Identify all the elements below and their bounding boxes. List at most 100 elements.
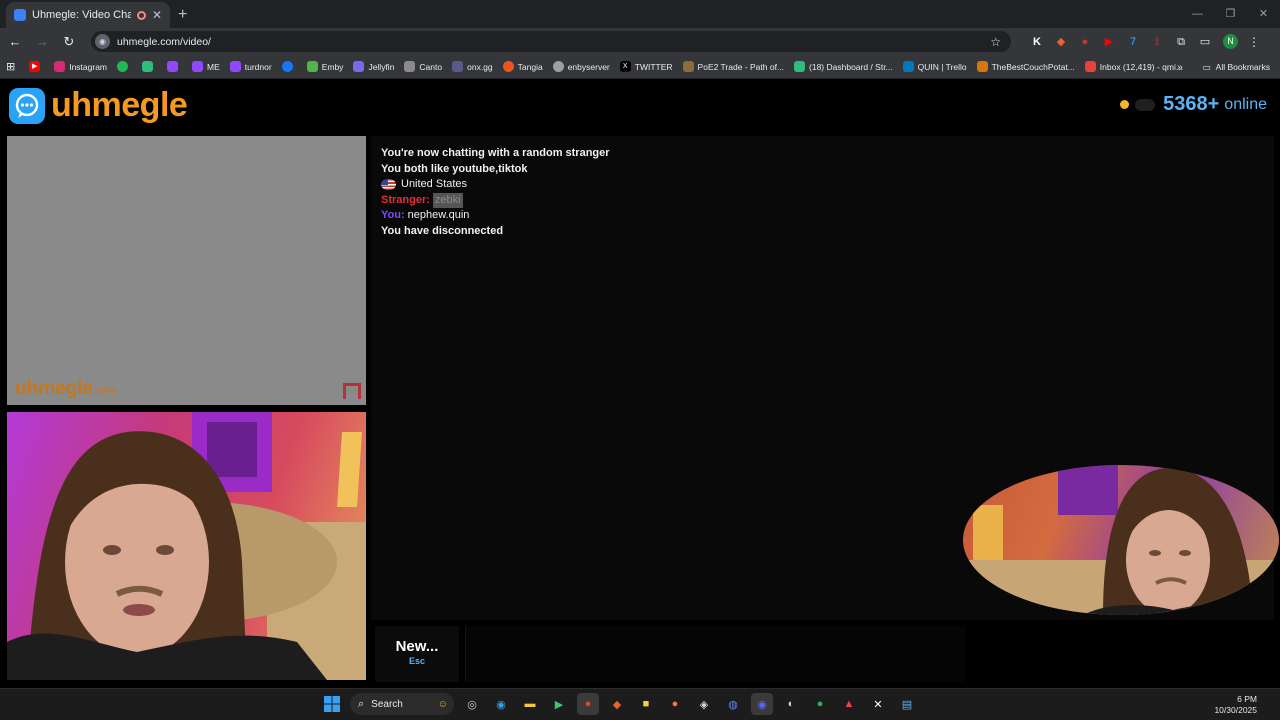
stranger-message: Stranger: zebki — [381, 192, 1264, 208]
bookmark-5[interactable]: turdnor — [229, 61, 272, 72]
app-red-icon[interactable]: ▲ — [838, 693, 860, 715]
browser-toolbar: ← → ↻ ◉ uhmegle.com/video/ ☆ K ◆ ● ▶ 7 ⟟… — [0, 28, 1280, 55]
stranger-label: Stranger: — [381, 193, 430, 206]
bookmark-star-icon[interactable]: ☆ — [990, 35, 1001, 49]
task-view-icon[interactable]: ◎ — [461, 693, 483, 715]
watermark-main: uhmegle — [15, 378, 94, 399]
bookmark-0[interactable]: Instagram — [54, 61, 107, 72]
bookmark-label: Emby — [321, 61, 344, 72]
app-orange-icon[interactable]: ◆ — [606, 693, 628, 715]
bookmark-10[interactable]: onx.gg — [452, 61, 493, 72]
profile-avatar[interactable]: N — [1223, 34, 1238, 49]
tab-uhmegle[interactable]: Uhmegle: Video Chat | Ran ✕ — [6, 2, 170, 28]
facebook-icon — [281, 61, 293, 72]
youtube-icon: ▶ — [29, 61, 41, 72]
sticky-notes-icon[interactable]: ■ — [635, 693, 657, 715]
bookmark-16[interactable]: QUIN | Trello — [902, 61, 967, 72]
bookmark-8[interactable]: Jellyfin — [353, 61, 394, 72]
bookmark-1[interactable] — [117, 61, 132, 72]
tab-close-icon[interactable]: ✕ — [152, 8, 162, 22]
reload-icon[interactable]: ↻ — [57, 34, 81, 50]
extension-youtube-icon[interactable]: ▶ — [1097, 34, 1121, 50]
extension-tag-icon[interactable]: ⟟ — [1145, 34, 1169, 50]
apps-grid-icon[interactable]: ⊞ — [6, 60, 15, 73]
bookmark-17[interactable]: TheBestCouchPotat... — [976, 61, 1075, 72]
new-chat-shortcut: Esc — [408, 656, 425, 666]
theme-toggle[interactable] — [1135, 98, 1156, 111]
browser-menu-icon[interactable]: ⋮ — [1248, 35, 1260, 49]
screen: Uhmegle: Video Chat | Ran ✕ + — ❐ ✕ ← → … — [0, 0, 1280, 720]
notepad-icon[interactable]: ▤ — [896, 693, 918, 715]
windows-taskbar: ⌕ Search ☺ ◎ ◉ ▬ ▶ ● ◆ ■ ● ◈ ◍ ◉ ◐ ● ▲ ✕… — [0, 688, 1280, 720]
all-bookmarks-button[interactable]: All Bookmarks — [1216, 62, 1270, 72]
x-twitter-icon: X — [619, 61, 631, 72]
you-label: You: — [381, 209, 405, 221]
bookmark-15[interactable]: (18) Dashboard / Str... — [794, 61, 893, 72]
bookmark-18[interactable]: Inbox (12,419) - qmi... — [1084, 61, 1183, 72]
bookmark-13[interactable]: X TWITTER — [619, 61, 673, 72]
new-chat-button[interactable]: New... Esc — [375, 626, 459, 682]
search-label: Search — [371, 698, 403, 710]
edge-icon[interactable]: ◉ — [490, 693, 512, 715]
discord-icon[interactable]: ◉ — [751, 693, 773, 715]
online-label: online — [1224, 95, 1267, 113]
back-arrow-icon[interactable]: ← — [3, 34, 27, 49]
jellyfin-icon — [353, 61, 365, 72]
you-message: You: nephew.quin — [381, 208, 1264, 224]
clock-date: 10/30/2025 — [1214, 705, 1257, 715]
online-count: 5368+ — [1163, 93, 1220, 115]
bookmark-4[interactable]: ME — [192, 61, 220, 72]
bookmark-youtube[interactable]: ▶ — [29, 61, 44, 72]
extension-red-icon[interactable]: ● — [1073, 34, 1097, 50]
bookmark-label: TWITTER — [634, 61, 673, 72]
bookmark-14[interactable]: PoE2 Trade - Path of... — [682, 61, 784, 72]
chat-controls: New... Esc — [371, 620, 1274, 686]
taskbar-search[interactable]: ⌕ Search ☺ — [350, 693, 454, 715]
media-player-icon[interactable]: ▶ — [548, 693, 570, 715]
restore-button[interactable]: ❐ — [1214, 0, 1247, 28]
more-bookmarks-button[interactable]: » — [1177, 62, 1183, 73]
extension-fox-icon[interactable]: ◆ — [1049, 34, 1073, 50]
bookmark-6[interactable] — [281, 61, 297, 72]
forward-arrow-icon[interactable]: → — [30, 34, 54, 49]
globe-icon — [552, 61, 564, 72]
steam-icon[interactable]: ◐ — [780, 693, 802, 715]
bookmark-label: Instagram — [69, 61, 108, 72]
capcut-icon[interactable]: ✕ — [867, 693, 889, 715]
file-explorer-icon[interactable]: ▬ — [519, 693, 541, 715]
extension-7tv-icon[interactable]: 7 — [1121, 34, 1145, 50]
bookmark-label: (18) Dashboard / Str... — [809, 61, 893, 72]
app-dark-icon[interactable]: ◈ — [693, 693, 715, 715]
bookmark-7[interactable]: Emby — [306, 61, 344, 72]
windows-start-icon[interactable] — [321, 693, 343, 715]
firefox-icon[interactable]: ● — [664, 693, 686, 715]
bookmark-12[interactable]: enbyserver — [552, 61, 610, 72]
bookmark-label: Inbox (12,419) - qmi... — [1099, 61, 1183, 72]
bookmark-9[interactable]: Canto — [404, 61, 442, 72]
webcam-overlay — [963, 465, 1279, 615]
close-window-button[interactable]: ✕ — [1247, 0, 1280, 28]
bookmark-2[interactable] — [142, 61, 157, 72]
report-flag-icon[interactable] — [343, 383, 361, 399]
message-input[interactable] — [465, 626, 965, 682]
stranger-message-text: zebki — [432, 192, 463, 208]
bookmark-11[interactable]: Tangia — [502, 61, 543, 72]
spotify-icon[interactable]: ● — [809, 693, 831, 715]
bookmark-label: TheBestCouchPotat... — [991, 61, 1075, 72]
side-panel-icon[interactable]: ▭ — [1193, 34, 1217, 50]
site-logo[interactable]: uhmegle — [9, 86, 188, 125]
address-bar[interactable]: ◉ uhmegle.com/video/ ☆ — [91, 31, 1011, 52]
minimize-button[interactable]: — — [1181, 0, 1214, 28]
bookmarks-right: » ▭ All Bookmarks — [1177, 55, 1270, 79]
bookmark-3[interactable] — [167, 61, 182, 72]
app-blue-icon[interactable]: ◍ — [722, 693, 744, 715]
extension-k-icon[interactable]: K — [1025, 34, 1049, 50]
site-info-icon[interactable]: ◉ — [95, 34, 110, 49]
chrome-icon[interactable]: ● — [577, 693, 599, 715]
extensions-puzzle-icon[interactable]: ⧉ — [1169, 34, 1193, 50]
emby-icon — [306, 61, 318, 72]
url-text[interactable]: uhmegle.com/video/ — [117, 36, 990, 48]
new-tab-button[interactable]: + — [178, 2, 187, 28]
system-clock[interactable]: 6 PM 10/30/2025 — [1214, 694, 1257, 716]
search-highlight-icon: ☺ — [437, 698, 448, 710]
